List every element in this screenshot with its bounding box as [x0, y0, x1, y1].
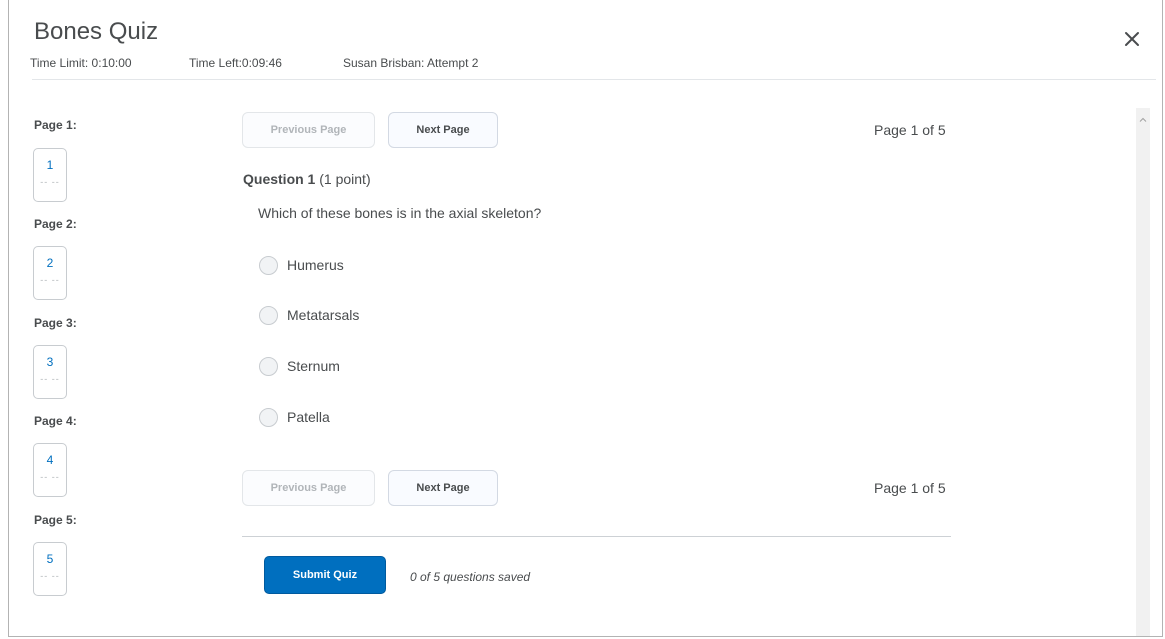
next-page-button-bottom[interactable]: Next Page	[388, 470, 498, 506]
page-4-status: -- --	[40, 472, 60, 482]
question-heading: Question 1 (1 point)	[243, 171, 371, 187]
page-1-button[interactable]: 1 -- --	[33, 148, 67, 202]
scrollbar[interactable]	[1136, 108, 1150, 636]
submit-quiz-button[interactable]: Submit Quiz	[264, 556, 386, 594]
radio-button[interactable]	[259, 256, 278, 275]
page-1-number: 1	[46, 158, 54, 172]
page-3-status: -- --	[40, 374, 60, 384]
radio-button[interactable]	[259, 408, 278, 427]
page-1-label: Page 1:	[34, 118, 77, 132]
page-5-button[interactable]: 5 -- --	[33, 542, 67, 596]
previous-page-button-bottom[interactable]: Previous Page	[242, 470, 375, 506]
time-left: Time Left:0:09:46	[189, 56, 282, 70]
next-page-button-top[interactable]: Next Page	[388, 112, 498, 148]
page-2-button[interactable]: 2 -- --	[33, 246, 67, 300]
page-3-number: 3	[46, 355, 54, 369]
quiz-title: Bones Quiz	[34, 18, 159, 45]
radio-button[interactable]	[259, 306, 278, 325]
question-title: Question 1	[243, 171, 316, 187]
quiz-dialog	[8, 0, 1163, 637]
option-label: Patella	[287, 409, 330, 425]
previous-page-button-top[interactable]: Previous Page	[242, 112, 375, 148]
page-5-number: 5	[46, 552, 54, 566]
question-points: (1 point)	[319, 171, 371, 187]
page-2-status: -- --	[40, 275, 60, 285]
attempt-info: Susan Brisban: Attempt 2	[343, 56, 479, 70]
page-5-label: Page 5:	[34, 513, 77, 527]
page-5-status: -- --	[40, 571, 60, 581]
close-icon[interactable]	[1120, 27, 1144, 51]
footer-divider	[242, 536, 951, 537]
page-2-label: Page 2:	[34, 217, 77, 231]
page-2-number: 2	[46, 256, 54, 270]
page-3-label: Page 3:	[34, 316, 77, 330]
time-limit: Time Limit: 0:10:00	[30, 56, 132, 70]
page-3-button[interactable]: 3 -- --	[33, 345, 67, 399]
saved-status: 0 of 5 questions saved	[410, 570, 531, 584]
page-indicator-bottom: Page 1 of 5	[874, 480, 946, 496]
header-divider	[32, 79, 1156, 80]
radio-button[interactable]	[259, 357, 278, 376]
page-4-button[interactable]: 4 -- --	[33, 443, 67, 497]
page-1-status: -- --	[40, 177, 60, 187]
option-label: Metatarsals	[287, 307, 360, 323]
scroll-up-arrow-icon[interactable]	[1138, 112, 1148, 122]
question-text: Which of these bones is in the axial ske…	[258, 205, 542, 221]
option-label: Humerus	[287, 257, 344, 273]
option-label: Sternum	[287, 358, 340, 374]
page-4-label: Page 4:	[34, 414, 77, 428]
page-4-number: 4	[46, 453, 54, 467]
page-indicator-top: Page 1 of 5	[874, 122, 946, 138]
